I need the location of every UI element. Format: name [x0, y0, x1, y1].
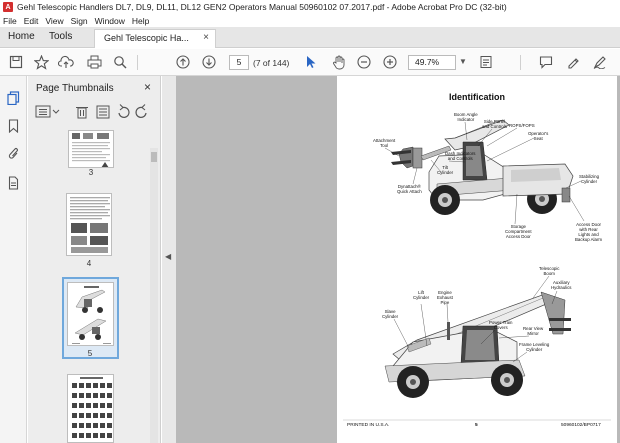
- menu-view[interactable]: View: [45, 16, 63, 26]
- menu-bar: File Edit View Sign Window Help: [0, 14, 620, 27]
- panel-title: Page Thumbnails: [36, 83, 114, 94]
- callout-label: Telescopic Boom: [539, 266, 560, 276]
- zoom-in-icon[interactable]: [382, 54, 398, 70]
- callout-label: Rear View Mirror: [523, 326, 544, 336]
- collapse-arrow-icon[interactable]: ◀: [165, 252, 171, 261]
- page-fit-icon[interactable]: [478, 54, 494, 70]
- document-canvas[interactable]: Identification Boom Angle Indicator Side…: [176, 76, 620, 443]
- page-thumbnails-panel: Page Thumbnails × 3 4 5: [28, 76, 161, 443]
- callout-label: Dash Indicators and Controls: [445, 151, 476, 161]
- callout-label: Side Panel and Controls: [482, 119, 507, 129]
- thumbnail-label: 4: [86, 259, 92, 268]
- previous-page-icon[interactable]: [175, 54, 191, 70]
- tab-document[interactable]: Gehl Telescopic Ha... ×: [94, 29, 216, 48]
- callout-label: Stabilizing Cylinder: [579, 174, 600, 184]
- tab-tools[interactable]: Tools: [49, 31, 72, 42]
- tab-document-label: Gehl Telescopic Ha...: [104, 33, 189, 43]
- select-cursor-icon[interactable]: [303, 54, 319, 70]
- callout-label: Auxiliary Hydraulics: [551, 280, 572, 290]
- footer-left: PRINTED IN U.S.A.: [347, 423, 390, 428]
- hand-tool-icon[interactable]: [331, 54, 347, 70]
- main-toolbar: 5 (7 of 144) 49.7% ▼: [0, 49, 620, 76]
- cloud-upload-icon[interactable]: [58, 54, 74, 70]
- menu-help[interactable]: Help: [132, 16, 149, 26]
- panel-collapse-handle[interactable]: ◀: [162, 76, 176, 443]
- zoom-search-icon[interactable]: [112, 54, 128, 70]
- thumbnail-page-6[interactable]: [67, 374, 114, 443]
- callout-label: Slave Cylinder: [382, 309, 399, 319]
- insert-page-icon[interactable]: [96, 105, 110, 119]
- callout-label: Access Door with Rear Lights and Backup Ala…: [575, 222, 603, 242]
- title-bar: A Gehl Telescopic Handlers DL7, DL9, DL1…: [0, 0, 620, 14]
- chevron-down-icon[interactable]: ▼: [459, 57, 467, 66]
- thumbnail-label: 5: [87, 349, 93, 358]
- zoom-level-input[interactable]: 49.7%: [408, 55, 456, 70]
- zoom-out-icon[interactable]: [356, 54, 372, 70]
- thumbnail-tools: [34, 104, 154, 120]
- undo-icon[interactable]: [118, 104, 130, 118]
- delete-icon[interactable]: [76, 107, 88, 119]
- page-count: (7 of 144): [253, 58, 290, 68]
- menu-window[interactable]: Window: [95, 16, 125, 26]
- menu-edit[interactable]: Edit: [24, 16, 39, 26]
- redo-icon[interactable]: [135, 104, 147, 118]
- star-icon[interactable]: [33, 54, 49, 70]
- menu-sign[interactable]: Sign: [71, 16, 88, 26]
- menu-file[interactable]: File: [3, 16, 17, 26]
- page-thumbnails-icon[interactable]: [6, 90, 21, 105]
- callout-label: ROPS/FOPS: [509, 123, 535, 128]
- window-title: Gehl Telescopic Handlers DL7, DL9, DL11,…: [17, 2, 507, 12]
- callout-label: Dynattach® Quick Attach: [397, 184, 422, 194]
- callout-label: Lift Cylinder: [413, 290, 430, 300]
- toolbar-separator: [520, 55, 521, 70]
- callout-label: Operator's Seat: [528, 131, 549, 141]
- bookmark-icon[interactable]: [6, 118, 21, 133]
- thumbnail-scrollbar[interactable]: [150, 148, 158, 443]
- callout-label: Tilt Cylinder: [437, 165, 454, 175]
- callout-label: Engine Exhaust Pipe: [437, 290, 453, 305]
- tab-bar: Home Tools Gehl Telescopic Ha... ×: [0, 27, 620, 48]
- next-page-icon[interactable]: [201, 54, 217, 70]
- attachment-icon[interactable]: [6, 146, 21, 161]
- callout-label: Boom Angle Indicator: [454, 112, 478, 122]
- page-number-input[interactable]: 5: [229, 55, 249, 70]
- highlight-pen-icon[interactable]: [565, 54, 581, 70]
- tab-home[interactable]: Home: [8, 31, 35, 42]
- thumbnail-options-icon[interactable]: [35, 105, 60, 118]
- callout-label: Frame Leveling Cylinder: [519, 342, 550, 352]
- document-icon[interactable]: [6, 175, 21, 190]
- thumbnail-scroll-thumb[interactable]: [151, 152, 157, 162]
- thumbnail-page-3[interactable]: [68, 130, 114, 168]
- pdf-page: Identification Boom Angle Indicator Side…: [337, 76, 617, 443]
- thumbnail-label: 3: [88, 168, 94, 177]
- thumbnail-page-5[interactable]: [67, 282, 114, 346]
- save-icon[interactable]: [8, 54, 24, 70]
- footer-page-number: 5: [475, 423, 478, 428]
- print-icon[interactable]: [86, 54, 102, 70]
- thumbnail-page-4[interactable]: [66, 193, 112, 256]
- tab-close-icon[interactable]: ×: [203, 32, 209, 43]
- callout-label: Power Train Covers: [489, 320, 513, 330]
- comment-icon[interactable]: [538, 54, 554, 70]
- navigation-rail: [0, 76, 27, 443]
- acrobat-icon: A: [3, 2, 13, 12]
- telehandler-illustration: [343, 119, 611, 421]
- sign-icon[interactable]: [592, 54, 608, 70]
- footer-right: 50960102/BP0717: [561, 423, 601, 428]
- toolbar-separator: [137, 55, 138, 70]
- callout-label: Attachment Tool: [373, 138, 396, 148]
- callout-label: Storage Compartment Access Door: [505, 224, 532, 239]
- close-icon[interactable]: ×: [144, 80, 151, 94]
